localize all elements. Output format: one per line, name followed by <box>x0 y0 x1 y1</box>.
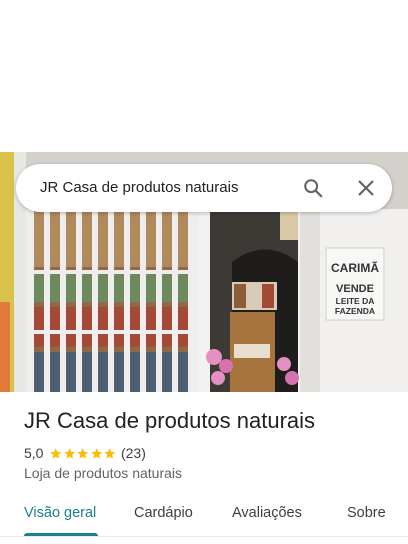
tab-reviews[interactable]: Avaliações <box>232 505 302 521</box>
rating-row[interactable]: 5,0 (23) <box>24 444 146 462</box>
search-icon[interactable] <box>302 177 324 199</box>
tab-overview[interactable]: Visão geral <box>24 505 96 521</box>
tab-about[interactable]: Sobre <box>347 505 386 521</box>
star-icon <box>64 447 76 459</box>
close-icon[interactable] <box>355 177 377 199</box>
star-icon <box>91 447 103 459</box>
place-category[interactable]: Loja de produtos naturais <box>24 465 182 481</box>
sign-line-1: CARIMÃ <box>331 260 379 275</box>
sign-line-2: VENDE <box>336 283 374 295</box>
sign-line-3: LEITE DA <box>336 296 375 306</box>
search-input[interactable]: JR Casa de produtos naturais <box>40 179 238 196</box>
search-bar[interactable]: JR Casa de produtos naturais <box>16 164 392 212</box>
place-title: JR Casa de produtos naturais <box>24 408 316 433</box>
rating-value: 5,0 <box>24 445 44 461</box>
star-icon <box>50 447 62 459</box>
star-icon <box>104 447 116 459</box>
review-count[interactable]: (23) <box>121 445 146 461</box>
sign-line-4: FAZENDA <box>335 306 375 316</box>
tabs-divider <box>0 536 408 537</box>
rating-stars <box>49 447 117 460</box>
star-icon <box>77 447 89 459</box>
tab-menu[interactable]: Cardápio <box>134 505 193 521</box>
